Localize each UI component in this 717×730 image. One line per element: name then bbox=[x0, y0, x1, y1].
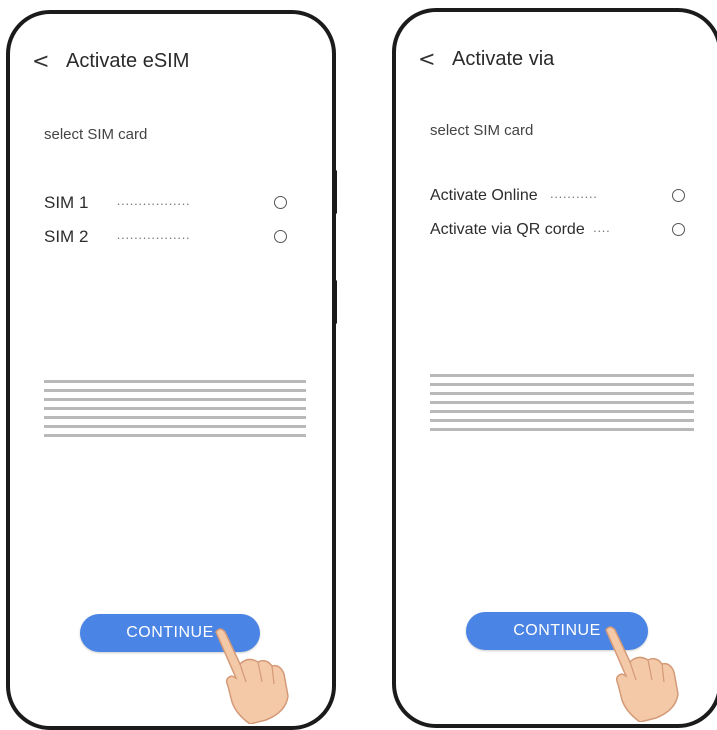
radio-unchecked-icon[interactable] bbox=[274, 230, 287, 243]
option-activate-qr[interactable]: Activate via QR corde ···· bbox=[430, 213, 610, 247]
option-label: Activate Online bbox=[430, 187, 538, 204]
placeholder-text-lines bbox=[430, 374, 694, 437]
option-label: SIM 1 bbox=[44, 193, 89, 212]
dotted-leader: ···· bbox=[592, 222, 611, 238]
page-title: Activate eSIM bbox=[66, 50, 190, 72]
sim-options-list: SIM 1 ················· SIM 2 ··········… bbox=[44, 186, 190, 254]
hand-pointer-icon bbox=[605, 626, 679, 722]
activation-options-list: Activate Online ··········· Activate via… bbox=[430, 179, 610, 247]
header: < Activate via bbox=[418, 48, 554, 71]
subtitle: select SIM card bbox=[430, 122, 534, 139]
radio-unchecked-icon[interactable] bbox=[672, 189, 685, 202]
placeholder-text-lines bbox=[44, 380, 306, 443]
page-title: Activate via bbox=[452, 48, 555, 70]
option-label: Activate via QR corde bbox=[430, 221, 585, 238]
side-button bbox=[334, 170, 337, 214]
dotted-leader: ················· bbox=[116, 229, 191, 245]
option-activate-online[interactable]: Activate Online ··········· bbox=[430, 179, 610, 213]
subtitle: select SIM card bbox=[44, 126, 148, 143]
radio-unchecked-icon[interactable] bbox=[274, 196, 287, 209]
back-chevron-icon[interactable]: < bbox=[32, 51, 56, 72]
header: < Activate eSIM bbox=[32, 50, 189, 73]
phone-screen-activate-esim: < Activate eSIM select SIM card SIM 1 ··… bbox=[6, 10, 336, 730]
back-chevron-icon[interactable]: < bbox=[418, 49, 442, 70]
option-sim-2[interactable]: SIM 2 ················· bbox=[44, 220, 190, 254]
dotted-leader: ··········· bbox=[549, 188, 598, 204]
side-button bbox=[334, 280, 337, 324]
option-sim-1[interactable]: SIM 1 ················· bbox=[44, 186, 190, 220]
dotted-leader: ················· bbox=[116, 195, 191, 211]
radio-unchecked-icon[interactable] bbox=[672, 223, 685, 236]
hand-pointer-icon bbox=[215, 628, 289, 724]
phone-screen-activate-via: < Activate via select SIM card Activate … bbox=[392, 8, 717, 728]
option-label: SIM 2 bbox=[44, 227, 89, 246]
